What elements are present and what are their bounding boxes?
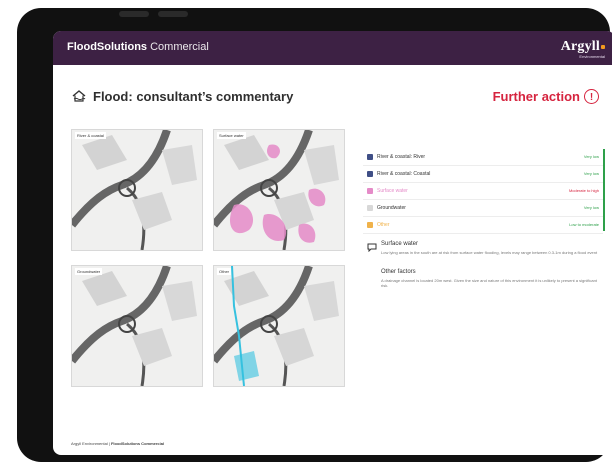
map-river-coastal[interactable]: River & coastal xyxy=(71,129,203,251)
risk-swatch xyxy=(367,154,373,160)
risk-rating: Very low xyxy=(583,154,599,159)
screen: FloodSolutions Commercial Argyll Environ… xyxy=(53,31,612,455)
map-grid: River & coastal Surface water Groundwate… xyxy=(71,129,361,431)
warning-circle-icon: ! xyxy=(584,89,599,104)
risk-swatch xyxy=(367,188,373,194)
app-brand: FloodSolutions Commercial xyxy=(67,41,209,53)
further-action-label: Further action xyxy=(492,89,580,104)
map-label: River & coastal xyxy=(75,132,106,139)
map-river-coastal-graphic xyxy=(72,130,202,250)
risk-row-surface-water[interactable]: Surface water Moderate to high xyxy=(363,183,603,200)
risk-label: Surface water xyxy=(377,188,408,194)
risk-summary-panel: River & coastal: River Very low River & … xyxy=(363,149,605,234)
map-label: Surface water xyxy=(217,132,246,139)
map-surface-water[interactable]: Surface water xyxy=(213,129,345,251)
map-groundwater[interactable]: Groundwater xyxy=(71,265,203,387)
tablet-frame: FloodSolutions Commercial Argyll Environ… xyxy=(17,8,612,462)
brand-light: Commercial xyxy=(150,41,209,53)
risk-label: River & coastal: Coastal xyxy=(377,171,431,177)
risk-swatch xyxy=(367,205,373,211)
hardware-button xyxy=(158,11,188,17)
commentary-body-2: A drainage channel is located 20m west. … xyxy=(381,278,597,288)
risk-row-other[interactable]: Other Low to moderate xyxy=(363,217,603,234)
risk-rating: Very low xyxy=(583,205,599,210)
commentary-title-2: Other factors xyxy=(381,269,416,275)
map-other-graphic xyxy=(214,266,344,386)
commentary-body: Low lying areas in the south are at risk… xyxy=(381,250,598,255)
risk-row-coastal[interactable]: River & coastal: Coastal Very low xyxy=(363,166,603,183)
commentary-title: Surface water xyxy=(381,241,419,247)
logo-dot xyxy=(601,45,605,49)
risk-row-groundwater[interactable]: Groundwater Very low xyxy=(363,200,603,217)
company-logo: Argyll Environmental xyxy=(545,37,605,59)
page-footer: Argyll Environmental | FloodSolutions Co… xyxy=(71,441,164,446)
house-flood-icon xyxy=(72,90,86,102)
map-groundwater-graphic xyxy=(72,266,202,386)
map-other[interactable]: Other xyxy=(213,265,345,387)
map-label: Groundwater xyxy=(75,268,103,275)
risk-row-river[interactable]: River & coastal: River Very low xyxy=(363,149,603,166)
logo-word: Argyll xyxy=(560,39,600,54)
risk-swatch xyxy=(367,171,373,177)
risk-list: River & coastal: River Very low River & … xyxy=(363,149,603,234)
footer-text: Argyll Environmental | xyxy=(71,441,110,446)
risk-label: Groundwater xyxy=(377,205,406,211)
speech-bubble-icon xyxy=(367,243,377,252)
footer-strong: FloodSolutions Commercial xyxy=(110,441,165,446)
hardware-button xyxy=(119,11,149,17)
page-title-text: Flood: consultant’s commentary xyxy=(93,88,294,104)
map-surface-water-graphic xyxy=(214,130,344,250)
risk-label: River & coastal: River xyxy=(377,154,426,160)
risk-swatch xyxy=(367,222,373,228)
app-bar: FloodSolutions Commercial Argyll Environ… xyxy=(53,31,612,65)
further-action[interactable]: Further action ! xyxy=(493,89,599,104)
map-label: Other xyxy=(217,268,232,275)
page-title: Flood: consultant’s commentary xyxy=(71,88,293,104)
brand-strong: FloodSolutions xyxy=(67,41,148,53)
risk-rating: Low to moderate xyxy=(569,222,599,227)
risk-rating: Very low xyxy=(583,171,599,176)
risk-rating: Moderate to high xyxy=(568,188,599,193)
risk-label: Other xyxy=(377,222,390,228)
